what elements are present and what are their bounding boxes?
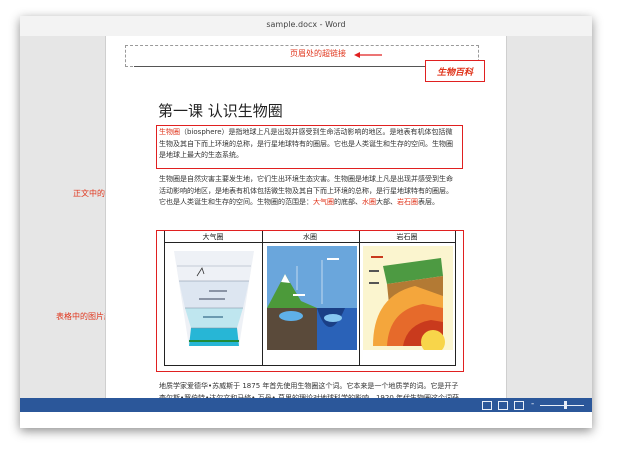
- logo-hyperlink[interactable]: 生物百科: [425, 60, 485, 82]
- paragraph-2: 生物圈是自然灾害主要发生地，它们生出环境生态灾害。生物圈是地球上凡是出现并感受到…: [159, 174, 457, 209]
- hydrosphere-hyperlink[interactable]: 水圈: [362, 198, 376, 206]
- status-bar: -: [20, 398, 592, 412]
- header-hyperlink[interactable]: 页眉处的超链接: [290, 48, 346, 59]
- logo-text: 生物百科: [436, 68, 473, 78]
- web-layout-icon[interactable]: [514, 401, 524, 410]
- document-title: 第一课 认识生物圈: [158, 102, 283, 120]
- read-mode-icon[interactable]: [482, 401, 492, 410]
- body-link-highlight: [156, 125, 463, 169]
- paragraph-2-mid2: 大部、: [376, 198, 397, 206]
- header-rule: [134, 66, 464, 67]
- table-link-highlight: [156, 230, 464, 372]
- title-bar: sample.docx - Word: [20, 16, 592, 37]
- zoom-slider-track[interactable]: [540, 405, 584, 406]
- word-window: sample.docx - Word 正文中的超链接 表格中的图片超链接 页眉处…: [20, 16, 592, 428]
- atmosphere-hyperlink[interactable]: 大气圈: [313, 198, 334, 206]
- print-layout-icon[interactable]: [498, 401, 508, 410]
- arrow-left-icon: [354, 52, 382, 58]
- paragraph-2-mid1: 的底部、: [334, 198, 362, 206]
- lithosphere-hyperlink[interactable]: 岩石圈: [397, 198, 418, 206]
- zoom-slider-handle[interactable]: [564, 401, 567, 409]
- paragraph-2-tail: 表层。: [418, 198, 439, 206]
- window-title: sample.docx - Word: [266, 20, 346, 29]
- zoom-out-button[interactable]: -: [531, 399, 534, 409]
- document-page[interactable]: 页眉处的超链接 第一课 认识生物圈 生物圈（biosphere）是指地球上凡是出…: [105, 36, 507, 413]
- document-workspace[interactable]: 正文中的超链接 表格中的图片超链接 页眉处的超链接 第一课 认识生物圈 生物圈（…: [20, 36, 592, 413]
